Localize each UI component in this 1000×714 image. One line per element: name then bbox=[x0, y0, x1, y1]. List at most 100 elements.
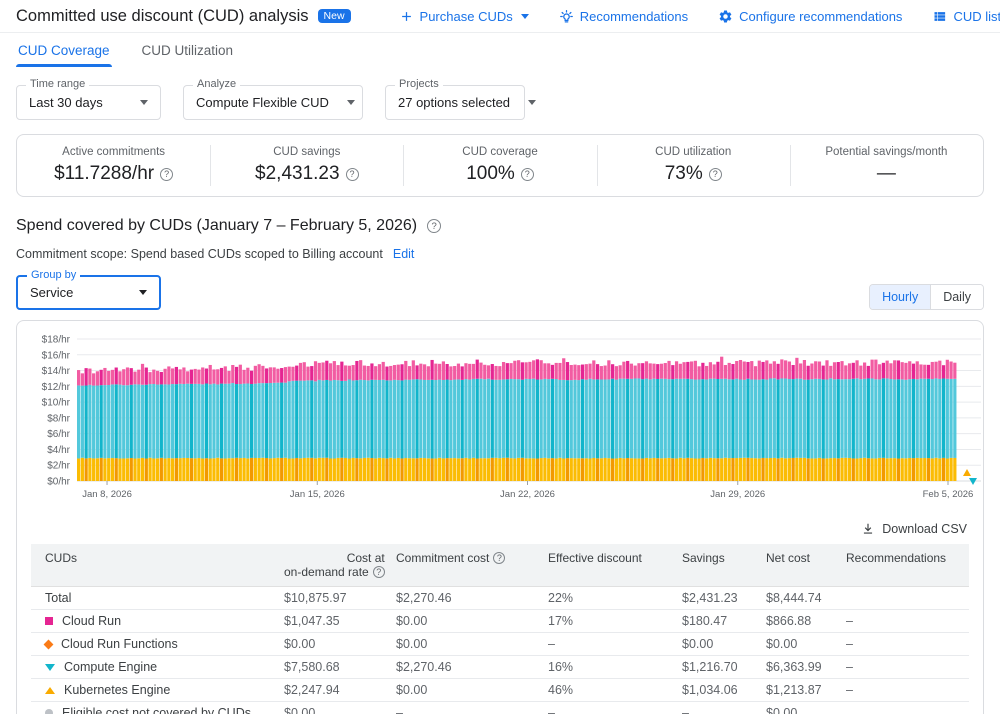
lightbulb-icon bbox=[559, 9, 574, 24]
row-name: Eligible cost not covered by CUDs bbox=[62, 706, 251, 714]
download-csv-label: Download CSV bbox=[882, 522, 967, 536]
table-cell: $0.00 bbox=[396, 633, 548, 656]
table-cell: $1,216.70 bbox=[682, 656, 766, 679]
stat-label: CUD utilization bbox=[655, 146, 731, 158]
chart-controls: Group by Service Hourly Daily bbox=[16, 275, 984, 310]
svg-text:Feb 5, 2026: Feb 5, 2026 bbox=[923, 489, 974, 500]
svg-text:$8/hr: $8/hr bbox=[47, 413, 70, 424]
time-range-value: Last 30 days bbox=[29, 95, 103, 110]
column-header: Savings bbox=[682, 544, 766, 587]
column-header: Effective discount bbox=[548, 544, 682, 587]
time-range-select[interactable]: Time range Last 30 days bbox=[16, 85, 161, 120]
edit-scope-link[interactable]: Edit bbox=[393, 247, 415, 261]
tab-cud-coverage-label: CUD Coverage bbox=[18, 43, 110, 58]
table-cell: – bbox=[396, 702, 548, 714]
page-title: Committed use discount (CUD) analysis bbox=[16, 7, 309, 26]
stat-value: 73% bbox=[665, 163, 703, 185]
row-name: Compute Engine bbox=[64, 660, 157, 674]
help-icon[interactable]: ? bbox=[493, 552, 505, 564]
table-header: CUDsCost aton-demand rate?Commitment cos… bbox=[31, 544, 969, 587]
svg-text:$18/hr: $18/hr bbox=[42, 335, 71, 346]
table-cell: $0.00 bbox=[396, 679, 548, 702]
stat-label: CUD coverage bbox=[462, 146, 537, 158]
table-cell: $0.00 bbox=[284, 702, 396, 714]
section-title: Spend covered by CUDs (January 7 – Febru… bbox=[16, 217, 417, 235]
tab-cud-coverage[interactable]: CUD Coverage bbox=[16, 33, 112, 67]
help-icon[interactable]: ? bbox=[160, 168, 173, 181]
coverage-chart[interactable]: $0/hr$2/hr$4/hr$6/hr$8/hr$10/hr$12/hr$14… bbox=[31, 333, 983, 511]
analyze-label: Analyze bbox=[193, 79, 240, 90]
table-cell bbox=[846, 587, 969, 610]
tab-bar: CUD Coverage CUD Utilization bbox=[0, 33, 1000, 67]
row-name: Cloud Run bbox=[62, 614, 121, 628]
purchase-cuds-button[interactable]: Purchase CUDs bbox=[399, 9, 529, 24]
help-icon[interactable]: ? bbox=[521, 168, 534, 181]
svg-text:Jan 15, 2026: Jan 15, 2026 bbox=[290, 489, 345, 500]
cud-list-button[interactable]: CUD list bbox=[932, 9, 1000, 24]
table-cell: $6,363.99 bbox=[766, 656, 846, 679]
header-actions: Purchase CUDs Recommendations Configure … bbox=[399, 9, 1000, 24]
stat-potential-savings: Potential savings/month — bbox=[790, 135, 983, 196]
svg-text:$0/hr: $0/hr bbox=[47, 477, 70, 488]
filter-bar: Time range Last 30 days Analyze Compute … bbox=[0, 67, 1000, 132]
table-cell: $1,213.87 bbox=[766, 679, 846, 702]
table-cell: Eligible cost not covered by CUDs bbox=[31, 702, 284, 714]
projects-label: Projects bbox=[395, 79, 443, 90]
table-row: Eligible cost not covered by CUDs$0.00––… bbox=[31, 702, 969, 714]
svg-text:Jan 22, 2026: Jan 22, 2026 bbox=[500, 489, 555, 500]
help-icon[interactable]: ? bbox=[709, 168, 722, 181]
svg-text:Jan 29, 2026: Jan 29, 2026 bbox=[710, 489, 765, 500]
stat-value: — bbox=[877, 163, 896, 185]
coverage-card: $0/hr$2/hr$4/hr$6/hr$8/hr$10/hr$12/hr$14… bbox=[16, 320, 984, 714]
table-cell: $8,444.74 bbox=[766, 587, 846, 610]
projects-value: 27 options selected bbox=[398, 95, 510, 110]
table-cell: 46% bbox=[548, 679, 682, 702]
stat-active-commitments: Active commitments $11.7288/hr? bbox=[17, 135, 210, 196]
commitment-scope-text: Commitment scope: Spend based CUDs scope… bbox=[16, 247, 383, 261]
table-cell: 16% bbox=[548, 656, 682, 679]
chart-bars-group bbox=[77, 357, 956, 481]
table-cell: $7,580.68 bbox=[284, 656, 396, 679]
recommendations-button[interactable]: Recommendations bbox=[559, 9, 688, 24]
table-cell: $866.88 bbox=[766, 610, 846, 633]
table-cell: $1,047.35 bbox=[284, 610, 396, 633]
column-header: Recommendations bbox=[846, 544, 969, 587]
table-row: Cloud Run$1,047.35$0.0017%$180.47$866.88… bbox=[31, 610, 969, 633]
legend-marker-icon bbox=[44, 639, 54, 649]
group-by-select[interactable]: Group by Service bbox=[16, 275, 161, 310]
table-cell: $0.00 bbox=[766, 702, 846, 714]
projects-select[interactable]: Projects 27 options selected bbox=[385, 85, 525, 120]
hourly-toggle-button[interactable]: Hourly bbox=[870, 285, 930, 309]
table-cell: $1,034.06 bbox=[682, 679, 766, 702]
list-icon bbox=[932, 9, 947, 24]
daily-toggle-button[interactable]: Daily bbox=[930, 285, 983, 309]
download-csv-button[interactable]: Download CSV bbox=[861, 522, 967, 536]
table-cell: $0.00 bbox=[682, 633, 766, 656]
stat-value: 100% bbox=[466, 163, 515, 185]
cud-list-label: CUD list bbox=[953, 9, 1000, 24]
stat-value: $2,431.23 bbox=[255, 163, 340, 185]
legend-marker-icon bbox=[45, 617, 53, 625]
svg-text:Jan 8, 2026: Jan 8, 2026 bbox=[82, 489, 132, 500]
time-range-label: Time range bbox=[26, 79, 89, 90]
configure-recommendations-button[interactable]: Configure recommendations bbox=[718, 9, 902, 24]
table-cell: Cloud Run bbox=[31, 610, 284, 633]
svg-text:$16/hr: $16/hr bbox=[42, 350, 71, 361]
tab-cud-utilization[interactable]: CUD Utilization bbox=[140, 33, 236, 67]
svg-text:$2/hr: $2/hr bbox=[47, 461, 70, 472]
analyze-select[interactable]: Analyze Compute Flexible CUD bbox=[183, 85, 363, 120]
chevron-down-icon bbox=[528, 100, 536, 105]
legend-marker-icon bbox=[45, 687, 55, 694]
tab-cud-utilization-label: CUD Utilization bbox=[142, 43, 234, 58]
table-row: Cloud Run Functions$0.00$0.00–$0.00$0.00… bbox=[31, 633, 969, 656]
help-icon[interactable]: ? bbox=[346, 168, 359, 181]
column-header: CUDs bbox=[31, 544, 284, 587]
help-icon[interactable]: ? bbox=[427, 219, 441, 233]
help-icon[interactable]: ? bbox=[373, 566, 385, 578]
stat-label: CUD savings bbox=[273, 146, 340, 158]
stat-label: Potential savings/month bbox=[825, 146, 947, 158]
table-cell: $10,875.97 bbox=[284, 587, 396, 610]
svg-text:$14/hr: $14/hr bbox=[42, 366, 71, 377]
analyze-value: Compute Flexible CUD bbox=[196, 95, 329, 110]
table-row: Total$10,875.97$2,270.4622%$2,431.23$8,4… bbox=[31, 587, 969, 610]
